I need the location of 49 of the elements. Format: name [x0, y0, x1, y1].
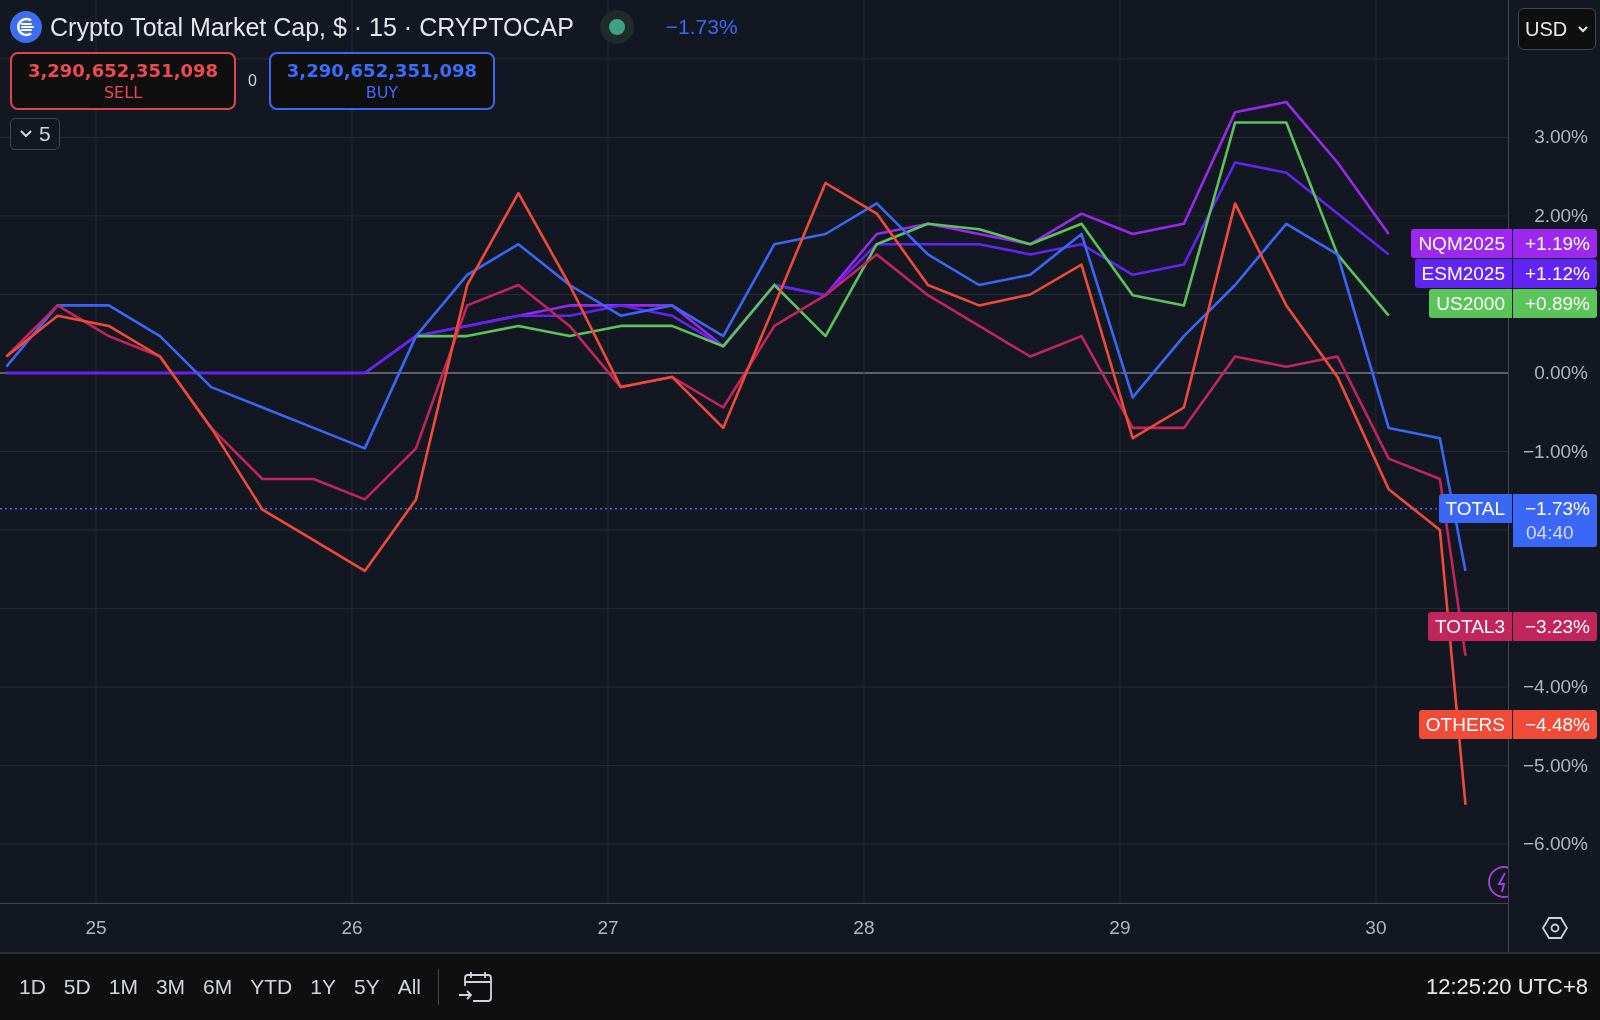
lightning-icon[interactable] [1486, 864, 1508, 900]
series-name-tag: TOTAL3 [1427, 612, 1512, 642]
range-button[interactable]: 1Y [301, 975, 345, 999]
go-to-date-icon[interactable] [457, 970, 493, 1004]
series-name-tag: OTHERS [1418, 710, 1512, 740]
currency-dropdown[interactable]: USD [1518, 8, 1596, 50]
price-value: −3.23% [1525, 615, 1590, 640]
price-value: −1.73% [1525, 497, 1590, 522]
series-name-tag: ESM2025 [1414, 258, 1512, 288]
range-button[interactable]: 6M [194, 975, 242, 999]
range-button[interactable]: All [388, 975, 430, 999]
range-button[interactable]: 3M [146, 975, 195, 999]
axis-label: 26 [341, 917, 363, 939]
axis-label: 3.00% [1534, 126, 1588, 149]
sell-button[interactable]: 3,290,652,351,098 SELL [10, 52, 236, 110]
axis-label: −4.00% [1523, 676, 1588, 699]
axis-label: 0.00% [1534, 361, 1588, 384]
price-value: +1.19% [1525, 231, 1590, 256]
axis-label: 2.00% [1534, 204, 1588, 227]
series-name-tag: US2000 [1429, 288, 1512, 318]
chevron-down-icon [19, 129, 33, 139]
range-button[interactable]: YTD [241, 975, 302, 999]
symbol-title: Crypto Total Market Cap, $ · 15 · CRYPTOCAP [50, 12, 574, 42]
axis-label: 29 [1109, 917, 1131, 939]
axis-label: 27 [597, 917, 619, 939]
axis-label: −1.00% [1523, 440, 1588, 463]
axis-label: 30 [1365, 917, 1387, 939]
price-change: −1.73% [665, 15, 738, 39]
buy-button[interactable]: 3,290,652,351,098 BUY [268, 52, 495, 110]
axis-label: 25 [85, 917, 107, 939]
series-name-tag: TOTAL [1438, 494, 1512, 524]
axis-label: −6.00% [1523, 833, 1588, 856]
spread-value: 0 [248, 72, 257, 90]
price-value: +0.89% [1525, 291, 1590, 316]
range-button[interactable]: 1D [10, 975, 55, 999]
logo-icon [10, 11, 42, 43]
settings-icon[interactable] [1541, 915, 1568, 940]
bar-countdown: 04:40 [1525, 523, 1574, 546]
axis-label: 28 [853, 917, 875, 939]
price-value: +1.12% [1525, 261, 1590, 286]
clock: 12:25:20 UTC+8 [1425, 974, 1588, 1000]
range-button[interactable]: 1M [99, 975, 147, 999]
range-button[interactable]: 5Y [344, 975, 389, 999]
axis-label: −5.00% [1523, 754, 1588, 777]
indicators-toggle[interactable]: 5 [10, 118, 60, 150]
series-name-tag: NQM2025 [1411, 228, 1512, 258]
price-value: −4.48% [1525, 713, 1590, 738]
range-button[interactable]: 5D [54, 975, 100, 999]
chevron-down-icon [1577, 25, 1589, 33]
